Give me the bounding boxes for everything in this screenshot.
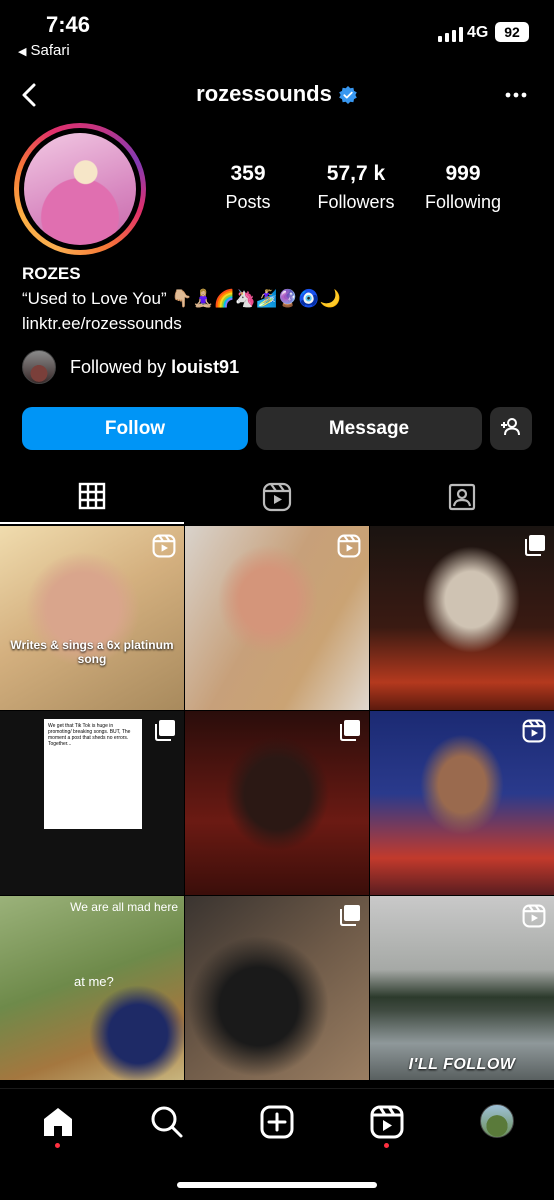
profile-bio: “Used to Love You” 👇🏼🧘🏼‍♀️🌈🦄🏄🏼‍♀️🔮🧿🌙	[22, 289, 341, 308]
post-thumbnail[interactable]: We are all mad here at me?	[0, 896, 184, 1080]
post-thumbnail[interactable]: Writes & sings a 6x platinum song	[0, 526, 184, 710]
add-user-icon	[501, 418, 520, 436]
reels-icon	[522, 719, 546, 743]
battery-indicator: 92	[495, 22, 529, 42]
username-text: rozessounds	[196, 81, 332, 106]
post-thumbnail[interactable]	[185, 526, 369, 710]
tagged-icon	[448, 483, 476, 511]
followed-by-prefix: Followed by	[70, 357, 172, 377]
tab-posts-grid[interactable]	[0, 470, 184, 524]
notification-dot	[55, 1143, 60, 1148]
multiple-photos-icon	[155, 720, 175, 741]
more-horizontal-icon[interactable]	[500, 80, 532, 110]
back-app-label: Safari	[30, 42, 70, 59]
stat-following[interactable]: 999 Following	[408, 162, 518, 213]
back-triangle-icon: ◀	[18, 46, 27, 58]
add-user-button[interactable]	[490, 407, 532, 450]
reels-icon[interactable]	[369, 1104, 405, 1140]
stat-posts[interactable]: 359 Posts	[193, 162, 303, 213]
profile-tab-avatar[interactable]	[480, 1104, 514, 1138]
multiple-photos-icon	[525, 535, 545, 556]
profile-display-name: ROZES	[22, 264, 81, 283]
stat-value: 57,7 k	[326, 162, 386, 185]
back-to-app-link[interactable]: ◀ Safari	[18, 42, 70, 59]
stat-value: 999	[445, 162, 481, 185]
avatar-photo	[24, 133, 136, 245]
stat-value: 359	[230, 162, 266, 185]
network-label: 4G	[467, 24, 489, 41]
tab-tagged[interactable]	[370, 470, 554, 524]
notification-dot	[384, 1143, 389, 1148]
status-bar: 7:46 ◀ Safari 4G 92	[0, 0, 554, 70]
reels-icon	[152, 534, 176, 558]
home-indicator	[177, 1182, 377, 1188]
post-thumbnail[interactable]	[185, 711, 369, 895]
signal-icon	[438, 26, 464, 42]
multiple-photos-icon	[340, 905, 360, 926]
post-thumbnail[interactable]	[370, 711, 554, 895]
post-caption-mid: at me?	[74, 974, 114, 989]
profile-avatar[interactable]	[14, 123, 146, 255]
profile-tabs	[0, 470, 554, 524]
post-caption-top: We are all mad here	[70, 900, 178, 914]
post-text-screenshot: We get that Tik Tok is huge in promoting…	[44, 719, 142, 829]
grid-icon	[78, 482, 106, 510]
post-thumbnail[interactable]: I'LL FOLLOW	[370, 896, 554, 1080]
home-icon[interactable]	[40, 1104, 76, 1140]
stat-label: Following	[424, 192, 502, 212]
verified-badge-icon	[339, 86, 357, 105]
reels-icon	[522, 904, 546, 928]
message-button[interactable]: Message	[256, 407, 482, 450]
post-thumbnail[interactable]	[185, 896, 369, 1080]
profile-header: rozessounds	[0, 72, 554, 118]
tab-reels[interactable]	[185, 470, 369, 524]
post-caption: I'LL FOLLOW	[408, 1056, 516, 1073]
followed-by-user: louist91	[171, 357, 240, 377]
profile-link[interactable]: linktr.ee/rozessounds	[22, 314, 182, 334]
follower-avatar	[22, 350, 56, 384]
post-thumbnail[interactable]: We get that Tik Tok is huge in promoting…	[0, 711, 184, 895]
status-time: 7:46	[46, 12, 91, 37]
followed-by-text: Followed by louist91	[70, 357, 239, 378]
multiple-photos-icon	[340, 720, 360, 741]
stat-label: Followers	[317, 192, 395, 212]
create-icon[interactable]	[259, 1104, 295, 1140]
reels-icon	[262, 482, 292, 512]
post-thumbnail[interactable]	[370, 526, 554, 710]
stat-label: Posts	[225, 192, 271, 212]
follow-button[interactable]: Follow	[22, 407, 248, 450]
post-caption: Writes & sings a 6x platinum song	[10, 638, 174, 666]
profile-username: rozessounds	[0, 81, 554, 107]
search-icon[interactable]	[149, 1104, 185, 1140]
reels-icon	[337, 534, 361, 558]
stat-followers[interactable]: 57,7 k Followers	[301, 162, 411, 213]
